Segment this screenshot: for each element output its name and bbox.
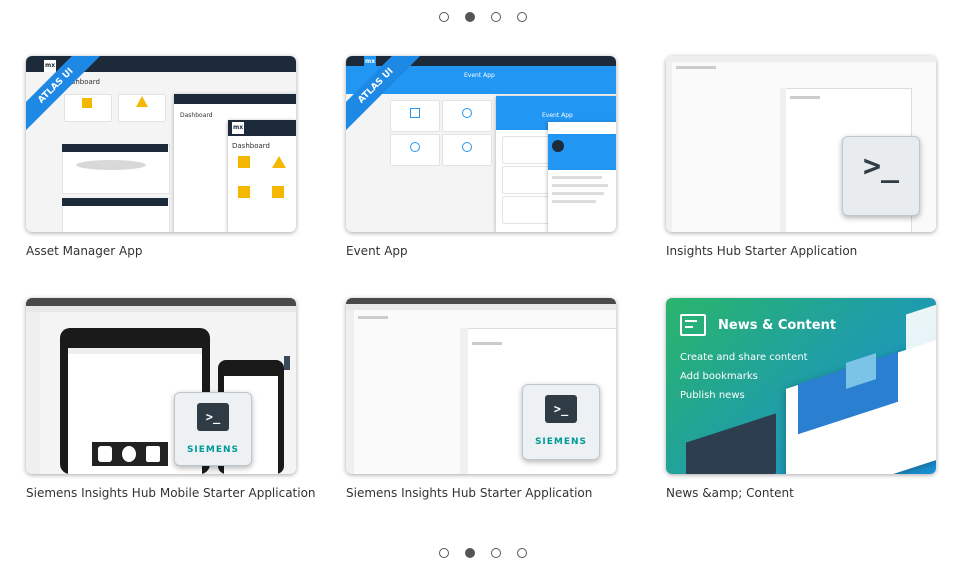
card-thumbnail: >_ [666, 56, 936, 232]
card-siemens-starter[interactable]: >_ SIEMENS Siemens Insights Hub Starter … [346, 298, 616, 500]
card-title[interactable]: News &amp; Content [666, 486, 936, 500]
siemens-logo: SIEMENS [534, 437, 588, 447]
terminal-icon: >_ [545, 395, 577, 423]
pager-dot-2[interactable] [464, 548, 475, 558]
card-title[interactable]: Asset Manager App [26, 244, 296, 258]
news-bullet-2: Add bookmarks [680, 371, 758, 382]
mx-logo: mx [44, 60, 56, 72]
card-thumbnail: mx Dashboard Dashboard mx Dashboard ATLA… [26, 56, 296, 232]
pager-dot-3[interactable] [490, 548, 501, 558]
edit-icon [680, 314, 706, 336]
mx-logo: mx [364, 56, 376, 68]
pager-dot-2[interactable] [464, 12, 475, 22]
pager-dot-4[interactable] [516, 548, 527, 558]
news-heading: News & Content [718, 318, 837, 333]
siemens-tile: >_ SIEMENS [522, 384, 600, 460]
news-bullet-1: Create and share content [680, 352, 808, 363]
card-asset-manager[interactable]: mx Dashboard Dashboard mx Dashboard ATLA… [26, 56, 296, 258]
siemens-logo: SIEMENS [186, 445, 240, 455]
card-title[interactable]: Insights Hub Starter Application [666, 244, 936, 258]
card-thumbnail: >_ SIEMENS [346, 298, 616, 474]
thumb-heading: Event App [464, 72, 495, 79]
card-event-app[interactable]: mx Event App Event App ATLAS UI Event Ap… [346, 56, 616, 258]
siemens-tile: >_ SIEMENS [174, 392, 252, 466]
terminal-icon: >_ [842, 136, 920, 216]
pager-top [0, 12, 965, 22]
card-title[interactable]: Siemens Insights Hub Starter Application [346, 486, 616, 500]
card-title[interactable]: Event App [346, 244, 616, 258]
pager-dot-4[interactable] [516, 12, 527, 22]
card-news-content[interactable]: News & Content Create and share content … [666, 298, 936, 500]
card-insights-hub-starter[interactable]: >_ Insights Hub Starter Application [666, 56, 936, 258]
pager-bottom [0, 548, 965, 558]
pager-dot-1[interactable] [438, 548, 449, 558]
card-thumbnail: >_ SIEMENS [26, 298, 296, 474]
card-title[interactable]: Siemens Insights Hub Mobile Starter Appl… [26, 486, 316, 500]
terminal-icon: >_ [197, 403, 229, 431]
card-siemens-mobile-starter[interactable]: >_ SIEMENS Siemens Insights Hub Mobile S… [26, 298, 316, 500]
pager-dot-3[interactable] [490, 12, 501, 22]
news-bullet-3: Publish news [680, 390, 745, 401]
card-thumbnail: mx Event App Event App ATLAS UI [346, 56, 616, 232]
card-thumbnail: News & Content Create and share content … [666, 298, 936, 474]
pager-dot-1[interactable] [438, 12, 449, 22]
